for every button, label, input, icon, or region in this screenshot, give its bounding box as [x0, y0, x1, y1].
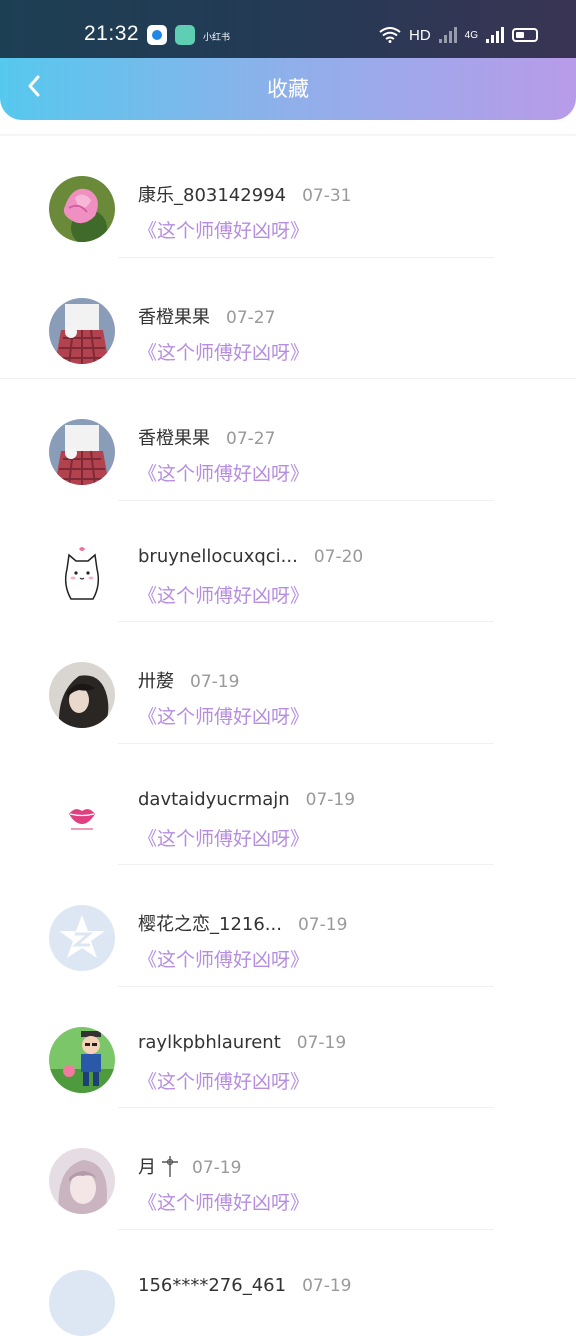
default-star-avatar-icon: [49, 905, 115, 971]
avatar[interactable]: [49, 662, 115, 728]
page-title: 收藏: [267, 77, 309, 101]
user-name[interactable]: 香橙果果: [138, 303, 210, 329]
item-header: 康乐_803142994 07-31: [138, 181, 351, 207]
item-date: 07-19: [190, 672, 240, 692]
user-name[interactable]: raylkpbhlaurent: [138, 1032, 281, 1053]
app-notification-icon: [147, 25, 167, 45]
favorites-list: 康乐_803142994 07-31 《这个师傅好凶呀》 香橙果果 07-27 …: [0, 134, 576, 1336]
item-header: 香橙果果 07-27: [138, 303, 275, 329]
network-type-label: 4G: [464, 29, 478, 41]
item-header: 香橙果果 07-27: [138, 424, 275, 450]
avatar[interactable]: [49, 176, 115, 242]
item-date: 07-19: [297, 915, 348, 935]
item-title[interactable]: 《这个师傅好凶呀》: [138, 1067, 309, 1094]
user-name[interactable]: 卅嫠: [138, 667, 174, 693]
item-header: 月 07-19: [138, 1153, 241, 1179]
item-header: 156****276_461 07-19: [138, 1275, 351, 1296]
item-header: raylkpbhlaurent 07-19: [138, 1032, 346, 1053]
hd-label: HD: [408, 26, 431, 44]
item-date: 07-19: [192, 1158, 242, 1178]
status-icons: HD 4G: [379, 24, 538, 46]
nav-bar: 收藏: [0, 58, 576, 116]
avatar[interactable]: [49, 297, 115, 364]
user-name[interactable]: 樱花之恋_1216...: [138, 910, 282, 936]
avatar[interactable]: [49, 1269, 115, 1336]
list-item[interactable]: 卅嫠 07-19 《这个师傅好凶呀》: [0, 622, 576, 744]
list-item[interactable]: davtaidyucrmajn 07-19 《这个师傅好凶呀》: [0, 744, 576, 865]
battery-icon: [512, 28, 538, 42]
item-title[interactable]: 《这个师傅好凶呀》: [138, 216, 309, 243]
avatar[interactable]: [49, 1148, 115, 1214]
wifi-icon: [379, 27, 401, 43]
user-name[interactable]: bruynellocuxqci...: [138, 546, 298, 567]
list-item[interactable]: 156****276_461 07-19: [0, 1230, 576, 1336]
signal-icon-2: [486, 27, 504, 43]
list-item[interactable]: 月 07-19 《这个师傅好凶呀》: [0, 1108, 576, 1230]
avatar[interactable]: [49, 540, 115, 607]
list-item[interactable]: 樱花之恋_1216... 07-19 《这个师傅好凶呀》: [0, 865, 576, 987]
signal-icon-1: [438, 27, 457, 43]
avatar[interactable]: [49, 419, 115, 485]
item-title[interactable]: 《这个师傅好凶呀》: [138, 945, 309, 972]
item-title[interactable]: 《这个师傅好凶呀》: [138, 338, 309, 365]
item-date: 07-31: [302, 186, 352, 206]
item-title[interactable]: 《这个师傅好凶呀》: [138, 702, 309, 729]
mini-app-label: 小红书: [203, 33, 231, 43]
item-header: 樱花之恋_1216... 07-19: [138, 910, 347, 936]
item-date: 07-19: [302, 1275, 352, 1296]
item-date: 07-19: [296, 1032, 347, 1053]
user-name[interactable]: davtaidyucrmajn: [138, 789, 290, 810]
item-title[interactable]: 《这个师傅好凶呀》: [138, 459, 309, 486]
user-name[interactable]: 康乐_803142994: [138, 181, 286, 207]
item-date: 07-27: [226, 429, 276, 449]
item-date: 07-27: [226, 307, 276, 328]
item-title[interactable]: 《这个师傅好凶呀》: [138, 581, 309, 608]
header: 21:32 小红书 HD 4G 收藏: [0, 0, 576, 120]
cross-symbol-icon: [162, 1156, 178, 1177]
item-header: davtaidyucrmajn 07-19: [138, 789, 355, 810]
cartoon-boy-avatar-icon: [49, 1026, 115, 1093]
avatar[interactable]: [49, 905, 115, 971]
pink-lips-avatar-icon: [49, 783, 115, 850]
red-plaid-skirt-avatar-icon: [49, 297, 115, 364]
avatar[interactable]: [49, 783, 115, 850]
item-title[interactable]: 《这个师傅好凶呀》: [138, 1188, 309, 1215]
item-date: 07-20: [313, 546, 364, 567]
pink-rose-avatar-icon: [49, 176, 115, 242]
list-item[interactable]: 香橙果果 07-27 《这个师傅好凶呀》: [0, 258, 576, 379]
anime-girl-avatar-icon: [49, 1148, 115, 1214]
item-date: 07-19: [305, 789, 356, 810]
cartoon-cat-avatar-icon: [49, 540, 115, 607]
list-item[interactable]: raylkpbhlaurent 07-19 《这个师傅好凶呀》: [0, 987, 576, 1108]
status-time: 21:32: [84, 22, 140, 45]
list-item[interactable]: 香橙果果 07-27 《这个师傅好凶呀》: [0, 379, 576, 501]
list-item[interactable]: bruynellocuxqci... 07-20 《这个师傅好凶呀》: [0, 501, 576, 622]
user-name[interactable]: 香橙果果: [138, 424, 210, 450]
user-name[interactable]: 月: [138, 1153, 156, 1179]
list-item[interactable]: 康乐_803142994 07-31 《这个师傅好凶呀》: [0, 136, 576, 258]
app-notification-icon-2: [175, 25, 195, 45]
item-title[interactable]: 《这个师傅好凶呀》: [138, 824, 309, 851]
avatar[interactable]: [49, 1026, 115, 1093]
user-name[interactable]: 156****276_461: [138, 1275, 286, 1296]
dark-hair-girl-avatar-icon: [49, 662, 115, 728]
status-bar: 21:32 小红书 HD 4G: [0, 0, 576, 58]
red-plaid-skirt-avatar-icon: [49, 419, 115, 485]
item-header: 卅嫠 07-19: [138, 667, 239, 693]
item-header: bruynellocuxqci... 07-20: [138, 546, 363, 567]
